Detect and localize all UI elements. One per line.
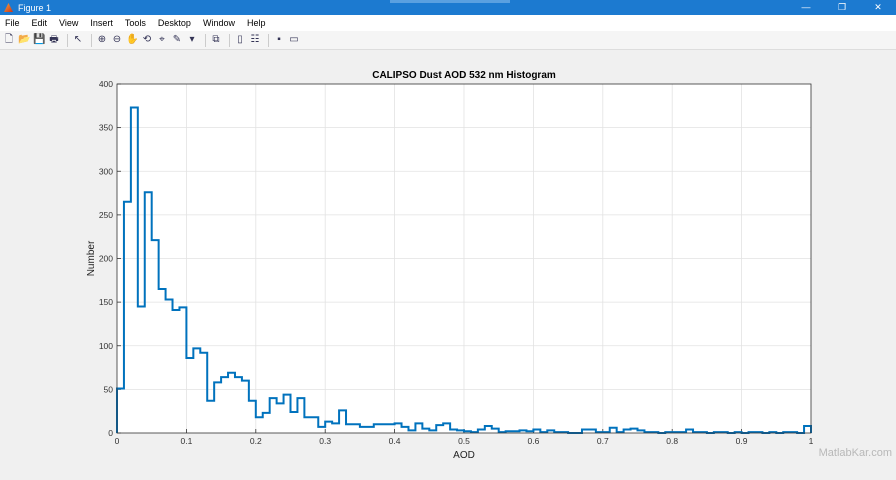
y-tick-label: 250 — [99, 210, 113, 220]
x-tick-label: 0.3 — [319, 436, 331, 446]
x-tick-label: 0.5 — [458, 436, 470, 446]
x-tick-label: 0.6 — [527, 436, 539, 446]
y-tick-label: 200 — [99, 254, 113, 264]
y-tick-label: 350 — [99, 123, 113, 133]
y-tick-label: 0 — [108, 428, 113, 438]
watermark: MatlabKar.com — [818, 447, 892, 459]
x-tick-label: 0.1 — [180, 436, 192, 446]
x-tick-label: 0.9 — [736, 436, 748, 446]
histogram-chart: 0 0.1 0.2 0.3 0.4 0.5 0.6 0.7 0.8 0.9 1 0 50 100 150 20… — [86, 70, 814, 461]
x-tick-label: 0.8 — [666, 436, 678, 446]
y-tick-label: 100 — [99, 341, 113, 351]
x-tick-label: 0.7 — [597, 436, 609, 446]
y-tick-label: 50 — [104, 384, 114, 394]
x-tick-label: 0.4 — [389, 436, 401, 446]
x-tick-label: 0.2 — [250, 436, 262, 446]
x-tick-label: 0 — [115, 436, 120, 446]
y-axis-label: Number — [86, 240, 97, 276]
y-tick-label: 300 — [99, 166, 113, 176]
chart-title: CALIPSO Dust AOD 532 nm Histogram — [372, 70, 556, 81]
x-tick-label: 1 — [809, 436, 814, 446]
y-tick-label: 400 — [99, 79, 113, 89]
x-axis-label: AOD — [453, 450, 475, 461]
y-tick-label: 150 — [99, 297, 113, 307]
